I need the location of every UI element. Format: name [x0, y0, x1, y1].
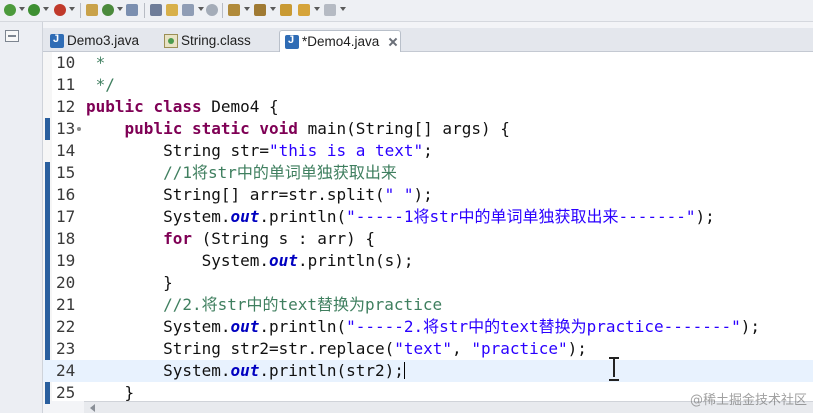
run-dropdown-icon[interactable]	[43, 7, 49, 11]
code-line: 22 System.out.println("-----2.将str中的text…	[43, 316, 813, 338]
comment-token: */	[95, 75, 115, 94]
code-text: *	[86, 52, 106, 74]
code-line: 20 }	[43, 272, 813, 294]
navigate-back-icon[interactable]	[298, 4, 310, 16]
line-number: 14	[56, 141, 76, 160]
open-type-icon[interactable]	[126, 4, 138, 16]
watermark: @稀土掘金技术社区	[689, 393, 807, 408]
new-class-dropdown-icon[interactable]	[117, 7, 123, 11]
code-text: }	[86, 273, 173, 292]
line-number: 16	[56, 185, 76, 204]
code-text: //1将str中的单词单独获取出来	[86, 163, 397, 182]
line-number: 10	[56, 53, 76, 72]
class-file-icon	[164, 34, 178, 48]
tab-demo3-java[interactable]: Demo3.java	[45, 30, 157, 52]
code-line: 11 */	[43, 74, 813, 96]
code-line: 10 *	[43, 52, 813, 74]
code-line: 23 String str2=str.replace("text", "prac…	[43, 338, 813, 360]
code-line: 14 String str="this is a text";	[43, 140, 813, 162]
navigate-forward-dropdown-icon[interactable]	[340, 7, 346, 11]
next-annotation-icon[interactable]	[228, 4, 240, 16]
run-icon[interactable]	[28, 4, 40, 16]
line-number: 24	[56, 361, 76, 380]
line-number: 25	[56, 383, 76, 402]
line-number: 19	[56, 251, 76, 270]
tab-label: String.class	[181, 33, 251, 48]
previous-annotation-icon[interactable]	[254, 4, 266, 16]
code-text: */	[86, 74, 115, 96]
code-text: System.out.println(str2);	[86, 361, 405, 380]
line-number: 15	[56, 163, 76, 182]
close-icon[interactable]	[389, 38, 397, 46]
code-text: public static void main(String[] args) {	[124, 119, 510, 138]
open-task-icon[interactable]	[150, 4, 162, 16]
tab-demo4-java[interactable]: *Demo4.java	[279, 30, 401, 52]
code-text: for (String s : arr) {	[163, 229, 375, 248]
comment-token: *	[95, 53, 106, 72]
code-text: String[] arr=str.split(" ");	[86, 185, 433, 204]
new-package-icon[interactable]	[86, 4, 98, 16]
code-line: 13 public static void main(String[] args…	[43, 118, 813, 140]
toolbar-separator	[222, 3, 223, 18]
debug-dropdown-icon[interactable]	[19, 7, 25, 11]
code-line: 21 //2.将str中的text替换为practice	[43, 294, 813, 316]
code-text: System.out.println("-----2.将str中的text替换为…	[86, 317, 760, 336]
code-line: 12 public class Demo4 {	[43, 96, 813, 118]
code-text: System.out.println("-----1将str中的单词单独获取出来…	[86, 207, 715, 226]
tab-label: Demo3.java	[67, 33, 140, 48]
folder-icon[interactable]	[166, 4, 178, 16]
code-line: 16 String[] arr=str.split(" ");	[43, 184, 813, 206]
line-number: 11	[56, 75, 76, 94]
editor-tab-bar: Demo3.java String.class *Demo4.java	[43, 28, 813, 52]
fold-marker-icon[interactable]	[77, 127, 81, 131]
code-line: 15 //1将str中的单词单独获取出来	[43, 162, 813, 184]
line-number: 20	[56, 273, 76, 292]
line-number: 18	[56, 229, 76, 248]
code-editor[interactable]: 10 * 11 */ 12 public class Demo4 { 13 pu…	[43, 52, 813, 404]
code-text: String str2=str.replace("text", "practic…	[86, 339, 587, 358]
main-toolbar	[0, 0, 813, 22]
java-file-icon	[50, 33, 64, 48]
code-line: 17 System.out.println("-----1将str中的单词单独获…	[43, 206, 813, 228]
current-code-line: 24 System.out.println(str2);	[43, 360, 813, 382]
code-line: 19 System.out.println(s);	[43, 250, 813, 272]
navigate-forward-icon[interactable]	[324, 4, 336, 16]
code-line: 18 for (String s : arr) {	[43, 228, 813, 250]
new-class-icon[interactable]	[102, 4, 114, 16]
line-number: 17	[56, 207, 76, 226]
previous-annotation-dropdown-icon[interactable]	[270, 7, 276, 11]
next-annotation-dropdown-icon[interactable]	[244, 7, 250, 11]
code-text: //2.将str中的text替换为practice	[86, 295, 443, 314]
external-tools-dropdown-icon[interactable]	[69, 7, 75, 11]
ibeam-cursor-icon	[609, 357, 619, 381]
line-number: 21	[56, 295, 76, 314]
code-text: public class Demo4 {	[86, 97, 279, 116]
search-icon[interactable]	[206, 4, 218, 16]
last-edit-location-icon[interactable]	[280, 4, 292, 16]
minimized-views-strip	[0, 22, 43, 413]
text-caret	[403, 362, 405, 379]
restore-view-icon[interactable]	[5, 30, 19, 42]
line-number: 22	[56, 317, 76, 336]
navigate-back-dropdown-icon[interactable]	[314, 7, 320, 11]
line-number: 12	[56, 97, 76, 116]
java-file-icon	[285, 34, 299, 49]
line-number: 23	[56, 339, 76, 358]
external-tools-icon[interactable]	[54, 4, 66, 16]
annotation-dropdown-icon[interactable]	[198, 7, 204, 11]
code-text: System.out.println(s);	[86, 251, 414, 270]
annotation-icon[interactable]	[182, 4, 194, 16]
debug-icon[interactable]	[4, 4, 16, 16]
toolbar-separator	[144, 3, 145, 18]
code-text: String str="this is a text";	[86, 141, 433, 160]
tab-string-class[interactable]: String.class	[159, 30, 277, 52]
scroll-left-icon[interactable]	[90, 404, 95, 412]
tab-label: *Demo4.java	[302, 34, 380, 49]
toolbar-separator	[80, 3, 81, 18]
